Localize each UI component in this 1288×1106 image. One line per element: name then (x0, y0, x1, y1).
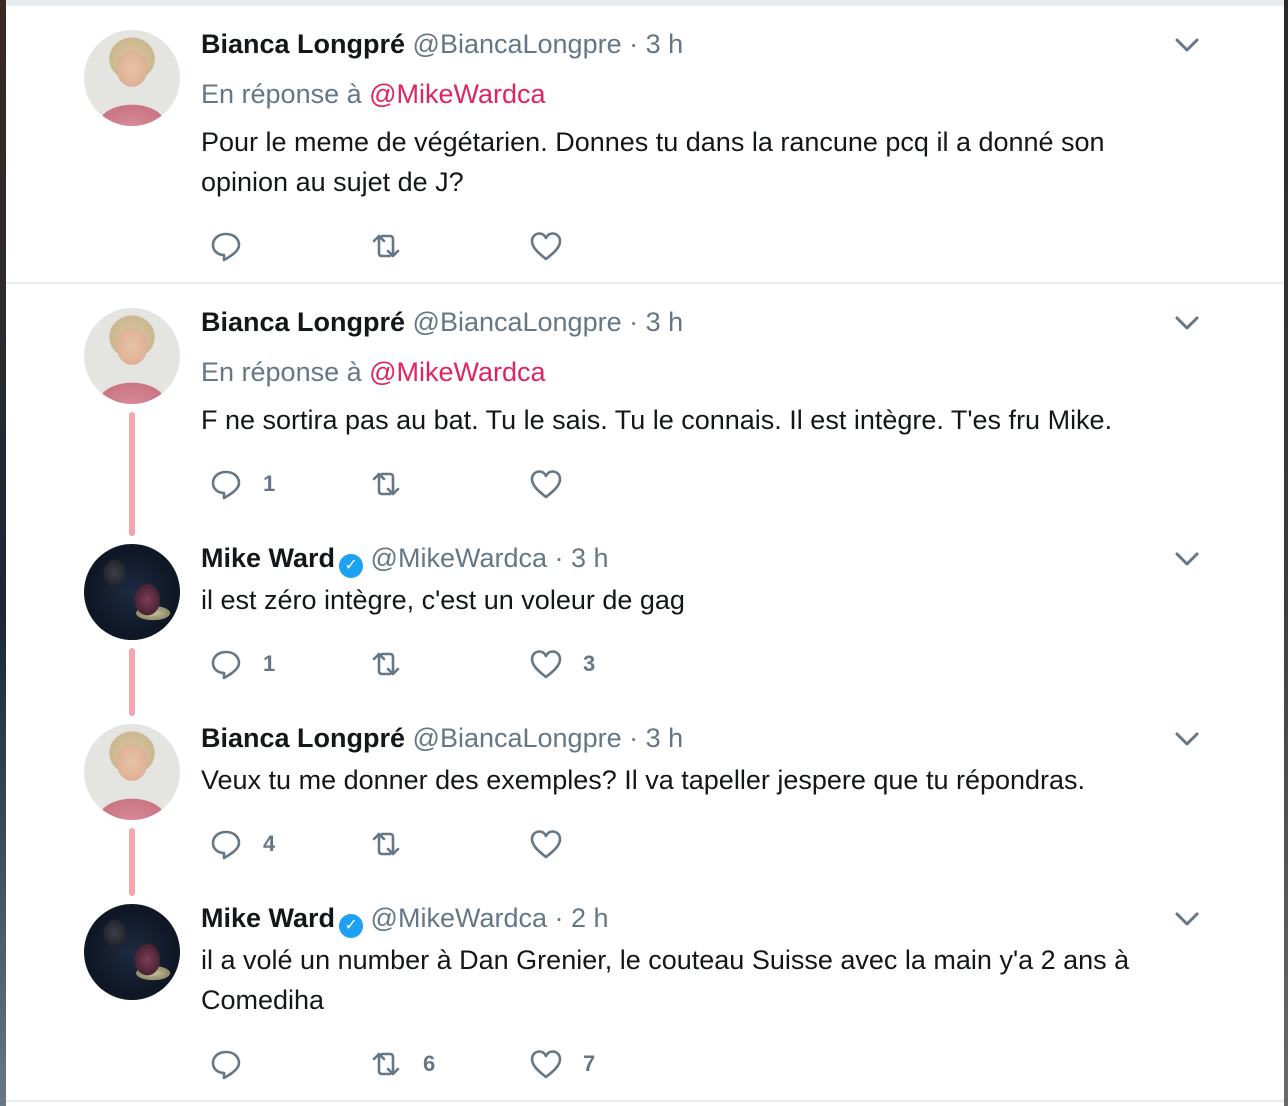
thread-connector (129, 412, 135, 536)
author-handle[interactable]: @MikeWardca (371, 903, 547, 933)
author-name[interactable]: Mike Ward (201, 903, 335, 933)
like-button[interactable] (529, 466, 583, 502)
reply-count: 1 (263, 651, 276, 676)
tweet-text: F ne sortira pas au bat. Tu le sais. Tu … (201, 405, 1113, 435)
tweet-timestamp[interactable]: 3 h (646, 29, 684, 59)
like-button[interactable]: 7 (529, 1046, 595, 1082)
reply-context: En réponse à @MikeWardca (201, 356, 546, 388)
reply-prefix: En réponse à (201, 357, 362, 387)
reply-button[interactable]: 1 (209, 646, 275, 682)
author-handle[interactable]: @BiancaLongpre (413, 29, 622, 59)
author-handle[interactable]: @BiancaLongpre (413, 723, 622, 753)
chevron-down-icon[interactable] (1172, 544, 1202, 574)
avatar-bianca-longpre[interactable] (84, 308, 180, 404)
tweet-header: Bianca Longpré @BiancaLongpre · 3 h (201, 722, 683, 754)
separator-dot: · (554, 903, 564, 933)
like-button[interactable]: 3 (529, 646, 595, 682)
avatar-bianca-longpre[interactable] (84, 30, 180, 126)
tweet-text: Pour le meme de végétarien. Donnes tu da… (201, 127, 1105, 197)
reply-icon (211, 650, 241, 680)
avatar-mike-ward[interactable] (84, 904, 180, 1000)
retweet-count: 6 (423, 1051, 436, 1076)
tweet-header: Mike Ward ✓ @MikeWardca · 3 h (201, 542, 609, 578)
chevron-down-icon[interactable] (1172, 724, 1202, 754)
heart-icon (530, 470, 562, 499)
heart-icon (530, 232, 562, 261)
author-handle[interactable]: @MikeWardca (371, 543, 547, 573)
chevron-down-icon[interactable] (1172, 30, 1202, 60)
tweet-5[interactable]: Mike Ward ✓ @MikeWardca · 2 h il a volé u… (6, 896, 1284, 1098)
reply-icon (211, 470, 241, 500)
tweet-4[interactable]: Bianca Longpré @BiancaLongpre · 3 h Veux… (6, 716, 1284, 896)
reply-icon (211, 1050, 241, 1080)
separator-dot: · (629, 307, 639, 337)
verified-badge-icon: ✓ (339, 554, 364, 578)
tweet-text: il a volé un number à Dan Grenier, le co… (201, 945, 1130, 1015)
like-count: 3 (583, 651, 596, 676)
thread-connector (129, 828, 135, 896)
retweet-icon (372, 234, 400, 258)
author-name[interactable]: Mike Ward (201, 543, 335, 573)
author-name[interactable]: Bianca Longpré (201, 307, 405, 337)
author-name[interactable]: Bianca Longpré (201, 29, 405, 59)
tweet-timestamp[interactable]: 2 h (571, 903, 609, 933)
reply-button[interactable]: 4 (209, 826, 275, 862)
tweet-1[interactable]: Bianca Longpré @BiancaLongpre · 3 h En r… (6, 0, 1284, 282)
reply-count: 4 (263, 831, 276, 856)
mention-link[interactable]: @MikeWardca (369, 79, 545, 109)
chevron-down-icon[interactable] (1172, 904, 1202, 934)
author-name[interactable]: Bianca Longpré (201, 723, 405, 753)
reply-context: En réponse à @MikeWardca (201, 78, 546, 110)
mention-link[interactable]: @MikeWardca (369, 357, 545, 387)
conversation-timeline: Bianca Longpré @BiancaLongpre · 3 h En r… (6, 0, 1284, 1106)
background-window-right-edge (1284, 0, 1288, 1106)
separator-dot: · (629, 29, 639, 59)
separator-dot: · (554, 543, 564, 573)
heart-icon (530, 1050, 562, 1079)
tweet-timestamp[interactable]: 3 h (646, 723, 684, 753)
retweet-button[interactable] (369, 646, 423, 682)
retweet-icon (372, 652, 400, 676)
verified-badge-icon: ✓ (339, 914, 364, 938)
reply-button[interactable]: 1 (209, 466, 275, 502)
like-button[interactable] (529, 826, 583, 862)
screenshot-page: Bianca Longpré @BiancaLongpre · 3 h En r… (0, 0, 1288, 1106)
retweet-button[interactable] (369, 826, 423, 862)
tweet-timestamp[interactable]: 3 h (571, 543, 609, 573)
reply-button[interactable] (209, 1046, 263, 1082)
avatar-mike-ward[interactable] (84, 544, 180, 640)
like-count: 7 (583, 1051, 596, 1076)
heart-icon (530, 650, 562, 679)
thread-connector (129, 648, 135, 716)
separator-dot: · (629, 723, 639, 753)
retweet-button[interactable]: 6 (369, 1046, 435, 1082)
tweet-header: Bianca Longpré @BiancaLongpre · 3 h (201, 306, 683, 338)
tweet-text: Veux tu me donner des exemples? Il va ta… (201, 765, 1086, 795)
tweet-text: il est zéro intègre, c'est un voleur de … (201, 585, 685, 615)
author-handle[interactable]: @BiancaLongpre (413, 307, 622, 337)
like-button[interactable] (529, 228, 583, 264)
retweet-icon (372, 832, 400, 856)
tweet-2[interactable]: Bianca Longpré @BiancaLongpre · 3 h En r… (6, 284, 1284, 536)
reply-prefix: En réponse à (201, 79, 362, 109)
tweet-3[interactable]: Mike Ward ✓ @MikeWardca · 3 h il est zéro… (6, 536, 1284, 716)
reply-icon (211, 232, 241, 262)
retweet-icon (372, 1052, 400, 1076)
avatar-bianca-longpre[interactable] (84, 724, 180, 820)
reply-count: 1 (263, 471, 276, 496)
retweet-button[interactable] (369, 228, 423, 264)
chevron-down-icon[interactable] (1172, 308, 1202, 338)
tweet-header: Mike Ward ✓ @MikeWardca · 2 h (201, 902, 609, 938)
tweet-divider (6, 1100, 1284, 1102)
reply-button[interactable] (209, 228, 263, 264)
retweet-icon (372, 472, 400, 496)
tweet-timestamp[interactable]: 3 h (646, 307, 684, 337)
tweet-header: Bianca Longpré @BiancaLongpre · 3 h (201, 28, 683, 60)
retweet-button[interactable] (369, 466, 423, 502)
heart-icon (530, 830, 562, 859)
reply-icon (211, 830, 241, 860)
